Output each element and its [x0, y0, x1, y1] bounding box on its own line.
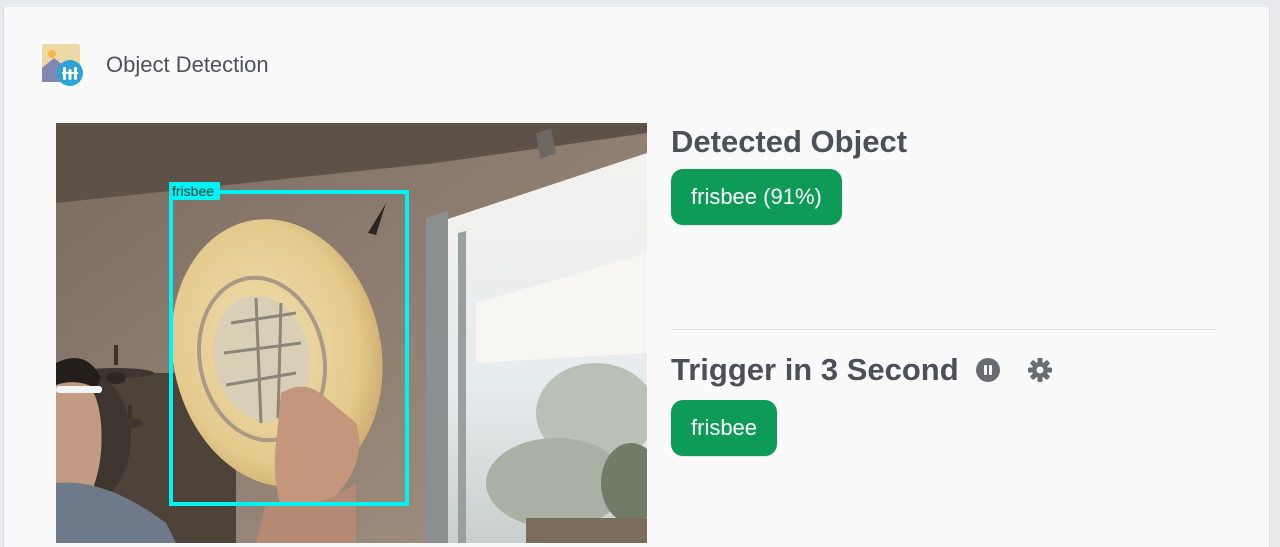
trigger-section: Trigger in 3 Second frisbee — [671, 351, 1217, 456]
gear-icon[interactable] — [1027, 357, 1053, 383]
detected-section: Detected Object frisbee (91%) — [671, 123, 1217, 225]
app-header: Object Detection — [40, 37, 269, 93]
trigger-row: Trigger in 3 Second — [671, 351, 1217, 389]
divider — [671, 329, 1217, 330]
trigger-label-badge: frisbee — [671, 400, 778, 456]
pause-icon[interactable] — [975, 357, 1001, 383]
camera-feed: frisbee — [56, 123, 647, 543]
detected-heading: Detected Object — [671, 124, 908, 159]
detected-result-badge: frisbee (91%) — [671, 169, 842, 225]
app-card: Object Detection frisbee Detected Object… — [3, 7, 1270, 547]
app-title: Object Detection — [106, 52, 269, 77]
results-panel: Detected Object frisbee (91%) Trigger in… — [671, 123, 1217, 456]
detection-label: frisbee — [172, 183, 214, 199]
object-detection-app-icon — [40, 42, 86, 88]
trigger-heading: Trigger in 3 Second — [671, 352, 959, 387]
